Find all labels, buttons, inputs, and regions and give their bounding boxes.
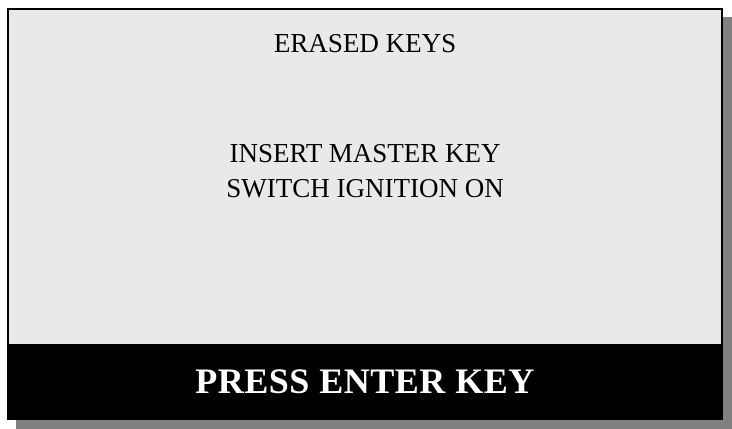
screen-title: ERASED KEYS [273, 28, 457, 58]
instruction-line-ignition: SWITCH IGNITION ON [226, 173, 504, 203]
instruction-message: INSERT MASTER KEY SWITCH IGNITION ON [9, 136, 721, 206]
instruction-line-insert-key: INSERT MASTER KEY [229, 138, 501, 168]
enter-prompt-bar[interactable]: PRESS ENTER KEY [9, 344, 721, 418]
display-panel: ERASED KEYS INSERT MASTER KEY SWITCH IGN… [7, 8, 723, 420]
enter-prompt-label: PRESS ENTER KEY [195, 361, 535, 401]
